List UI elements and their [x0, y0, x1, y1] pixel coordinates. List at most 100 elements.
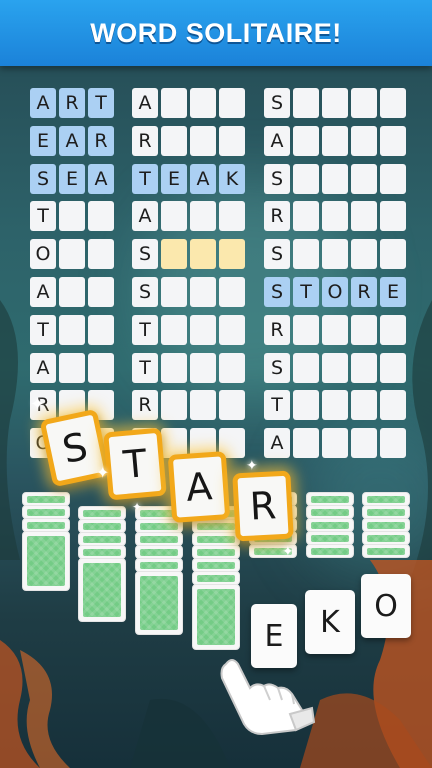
face-down-card: [78, 506, 126, 520]
face-up-card-k[interactable]: K: [305, 590, 355, 654]
board-letter-cell: T: [30, 201, 56, 232]
board-letter-cell: T: [132, 163, 158, 194]
board-empty-cell: [293, 88, 319, 118]
board-empty-cell: [88, 239, 114, 270]
sparkle-icon: ✦: [30, 394, 46, 415]
board-empty-cell: [351, 352, 377, 383]
board-empty-cell: [190, 277, 216, 307]
board-empty-cell: [59, 314, 85, 345]
board-letter-cell: A: [190, 163, 216, 194]
board-empty-cell: [59, 352, 85, 383]
board-empty-cell: [380, 125, 406, 156]
board-letter-cell: R: [264, 201, 290, 232]
board-letter-cell: S: [132, 239, 158, 270]
board-empty-cell: [190, 314, 216, 345]
board-empty-cell: [322, 390, 348, 421]
sparkle-icon: ✦: [132, 500, 143, 514]
face-down-card[interactable]: [135, 571, 183, 635]
face-down-card: [362, 492, 410, 506]
board-letter-cell: A: [30, 88, 56, 118]
board-letter-cell: R: [351, 277, 377, 307]
board-empty-cell: [59, 201, 85, 232]
board-letter-cell: A: [132, 201, 158, 232]
board-letter-cell: R: [59, 88, 85, 118]
board-letter-cell: R: [132, 390, 158, 421]
letter-tile-t[interactable]: T: [103, 427, 167, 501]
board-empty-cell: [161, 390, 187, 421]
board-empty-cell: [322, 428, 348, 459]
face-up-card-o[interactable]: O: [361, 574, 411, 638]
pointing-hand-icon: [220, 659, 316, 736]
board-empty-cell: [161, 314, 187, 345]
face-down-card[interactable]: [78, 558, 126, 622]
face-down-card: [22, 505, 70, 519]
board-empty-cell: [351, 163, 377, 194]
board-empty-cell: [161, 125, 187, 156]
board-empty-cell: [219, 277, 245, 307]
board-letter-cell: S: [264, 277, 290, 307]
board-empty-cell: [322, 163, 348, 194]
board-empty-cell: [293, 428, 319, 459]
sparkle-icon: ✦: [282, 544, 294, 560]
face-down-card: [362, 505, 410, 519]
board-letter-cell: A: [132, 88, 158, 118]
face-down-card: [192, 558, 240, 572]
face-down-card: [78, 532, 126, 546]
board-letter-cell: E: [59, 163, 85, 194]
board-empty-cell: [190, 88, 216, 118]
board-empty-cell: [190, 125, 216, 156]
board-empty-cell: [322, 88, 348, 118]
game-title: WORD SOLITAIRE!: [90, 17, 342, 48]
board-empty-cell: [219, 125, 245, 156]
face-down-card: [192, 571, 240, 585]
face-down-card: [135, 545, 183, 559]
board-empty-cell: [88, 352, 114, 383]
board-empty-cell: [293, 352, 319, 383]
letter-tile-a[interactable]: A: [167, 451, 231, 523]
board-empty-cell: [293, 314, 319, 345]
face-down-card: [362, 531, 410, 545]
board-empty-cell: [351, 239, 377, 270]
board-letter-cell: T: [132, 352, 158, 383]
board-empty-cell: [190, 352, 216, 383]
board-empty-cell: [293, 239, 319, 270]
board-letter-cell: S: [264, 352, 290, 383]
board-letter-cell: R: [264, 314, 290, 345]
board-empty-cell: [219, 201, 245, 232]
word-board: ARTEARSEATOATAROARTEAKASSTTRASASRSSTORER…: [0, 0, 432, 768]
board-empty-cell: [88, 201, 114, 232]
face-down-card: [306, 531, 354, 545]
board-empty-cell: [293, 390, 319, 421]
face-down-card: [192, 545, 240, 559]
board-empty-cell: [380, 201, 406, 232]
board-empty-cell: [322, 201, 348, 232]
face-down-card: [135, 532, 183, 546]
board-letter-cell: S: [264, 88, 290, 118]
face-down-card[interactable]: [22, 531, 70, 591]
board-empty-cell: [380, 88, 406, 118]
board-letter-cell: A: [264, 125, 290, 156]
board-empty-cell: [293, 125, 319, 156]
board-empty-cell: [190, 201, 216, 232]
board-empty-cell: [380, 163, 406, 194]
face-down-card: [362, 518, 410, 532]
board-empty-cell: [219, 88, 245, 118]
board-letter-cell: S: [132, 277, 158, 307]
board-empty-cell: [351, 314, 377, 345]
face-down-card: [192, 532, 240, 546]
board-empty-cell: [351, 390, 377, 421]
board-empty-cell: [380, 428, 406, 459]
board-empty-cell: [161, 201, 187, 232]
board-empty-cell: [380, 352, 406, 383]
board-empty-cell: [380, 239, 406, 270]
board-empty-cell: [59, 239, 85, 270]
face-down-card[interactable]: [192, 584, 240, 650]
letter-tile-r[interactable]: R: [232, 470, 294, 542]
face-down-card: [22, 492, 70, 506]
title-banner: WORD SOLITAIRE!: [0, 0, 432, 66]
board-letter-cell: A: [88, 163, 114, 194]
board-empty-cell: [161, 239, 187, 270]
board-empty-cell: [380, 390, 406, 421]
board-letter-cell: T: [264, 390, 290, 421]
board-letter-cell: T: [293, 277, 319, 307]
